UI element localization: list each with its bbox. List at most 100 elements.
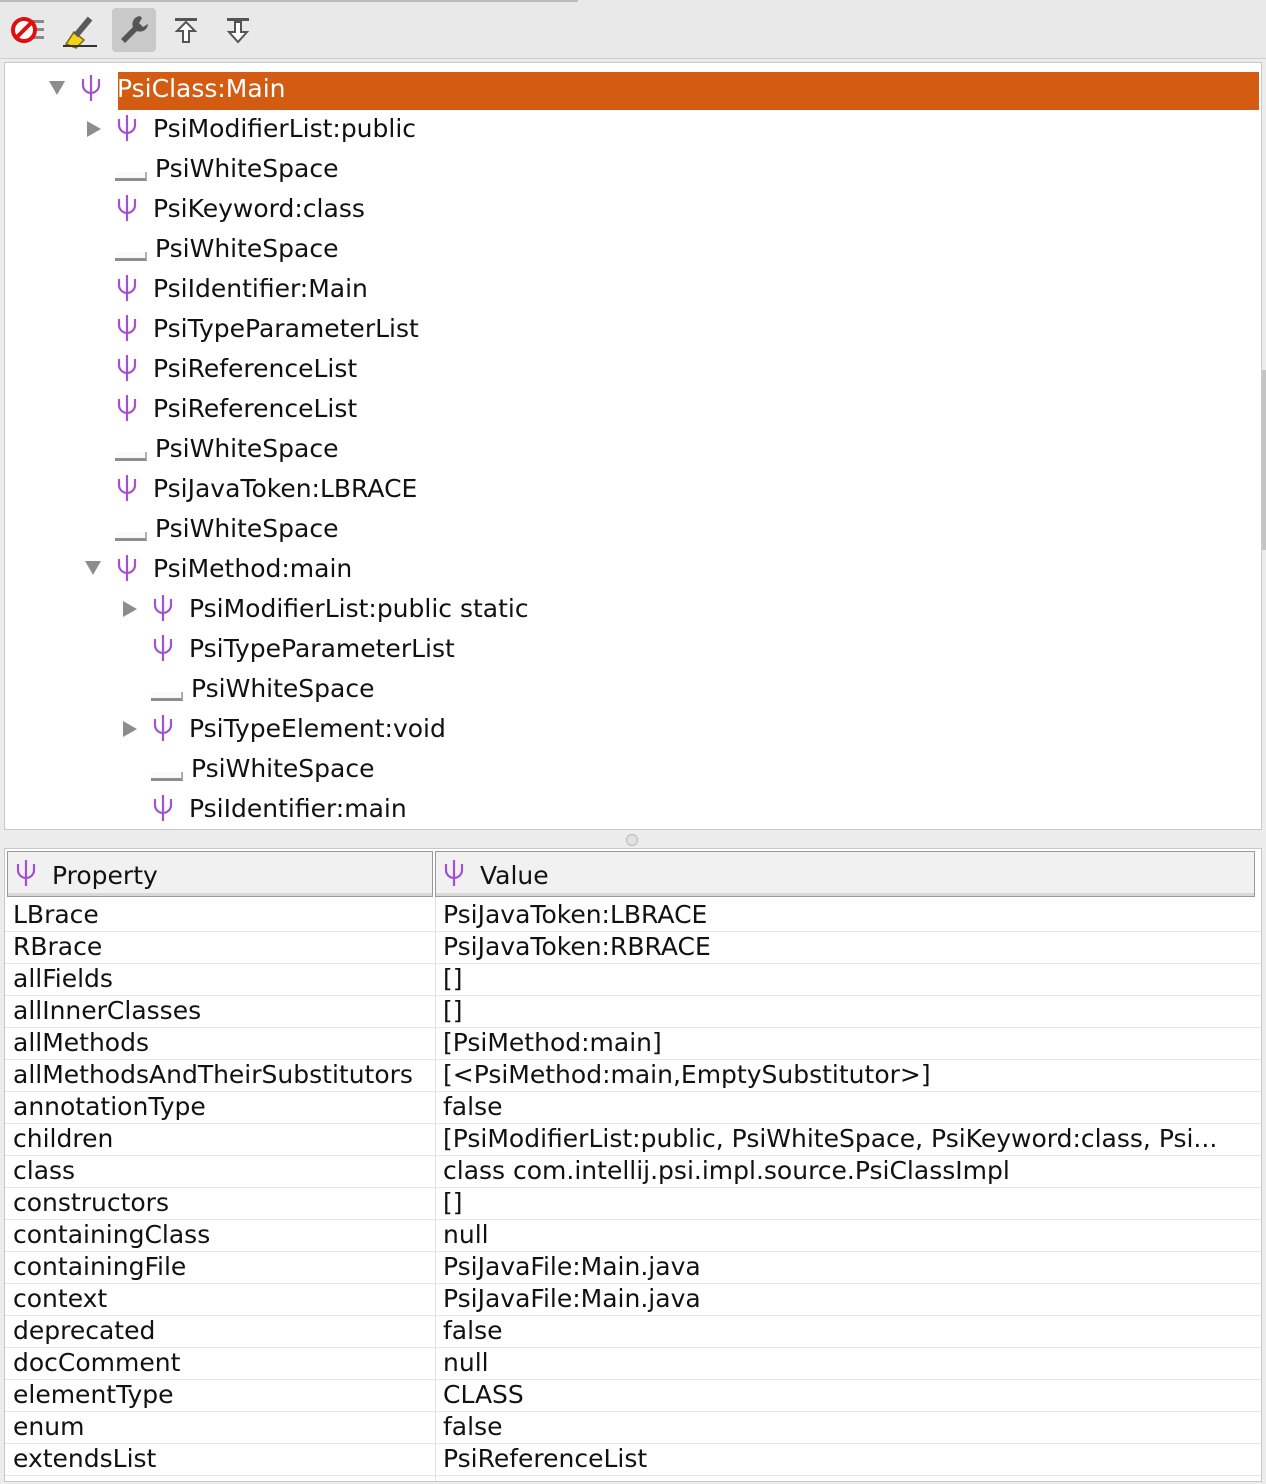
whitespace-icon: [151, 692, 183, 701]
tree-node[interactable]: PsiWhiteSpace: [5, 149, 1261, 189]
highlight-button[interactable]: [58, 8, 102, 52]
table-row[interactable]: annotationType false: [5, 1091, 1261, 1124]
tree-node[interactable]: PsiReferenceList: [5, 349, 1261, 389]
tree-node[interactable]: PsiTypeParameterList: [5, 309, 1261, 349]
tree-node-label: PsiReferenceList: [153, 394, 358, 423]
tree-node-label: PsiTypeParameterList: [189, 634, 455, 663]
move-down-button[interactable]: [216, 8, 260, 52]
psi-icon: [117, 115, 137, 141]
whitespace-icon: [115, 452, 147, 461]
whitespace-icon: [115, 252, 147, 261]
tree-node[interactable]: PsiIdentifier:main: [5, 789, 1261, 829]
panel-splitter[interactable]: [0, 830, 1266, 848]
property-cell: LBrace: [13, 900, 99, 929]
tree-node[interactable]: PsiIdentifier:Main: [5, 269, 1261, 309]
tree-node[interactable]: PsiReferenceList: [5, 389, 1261, 429]
collapsed-arrow-icon[interactable]: [123, 601, 137, 617]
property-column-header[interactable]: Property: [7, 851, 433, 897]
table-row[interactable]: elementType CLASS: [5, 1379, 1261, 1412]
value-cell: false: [443, 1092, 503, 1121]
value-cell: null: [443, 1348, 489, 1377]
tree-node[interactable]: PsiWhiteSpace: [5, 749, 1261, 789]
psi-icon: [444, 860, 464, 886]
value-column-header[interactable]: Value: [435, 851, 1255, 897]
value-cell: [PsiMethod:main]: [443, 1028, 662, 1057]
tree-node-label: PsiWhiteSpace: [155, 234, 339, 263]
tree-node[interactable]: PsiTypeParameterList: [5, 629, 1261, 669]
toolbar-top-edge: [0, 0, 578, 2]
value-cell: CLASS: [443, 1380, 524, 1409]
tree-node[interactable]: PsiTypeElement:void: [5, 709, 1261, 749]
value-cell: false: [443, 1412, 503, 1441]
psi-icon: [81, 75, 101, 101]
psi-tree[interactable]: PsiClass:Main PsiModifierList:public PsiWh…: [4, 62, 1262, 830]
tree-node-label: PsiJavaToken:LBRACE: [153, 474, 418, 503]
collapsed-arrow-icon[interactable]: [87, 121, 101, 137]
table-row[interactable]: extendsList PsiReferenceList: [5, 1443, 1261, 1476]
property-cell: allMethodsAndTheirSubstitutors: [13, 1060, 413, 1089]
property-cell: containingFile: [13, 1252, 187, 1281]
value-cell: [<PsiMethod:main,EmptySubstitutor>]: [443, 1060, 931, 1089]
toolbar: [0, 0, 1266, 59]
value-cell: PsiJavaFile:Main.java: [443, 1252, 701, 1281]
tree-node[interactable]: PsiWhiteSpace: [5, 509, 1261, 549]
tree-node-label: PsiClass:Main: [117, 74, 286, 103]
splitter-handle[interactable]: [626, 834, 638, 846]
tree-node-label: PsiWhiteSpace: [155, 154, 339, 183]
tree-node-label: PsiIdentifier:main: [189, 794, 407, 823]
wrench-icon: [121, 16, 148, 43]
brush-icon: [63, 16, 97, 49]
tree-node[interactable]: PsiModifierList:public static: [5, 589, 1261, 629]
property-cell: enum: [13, 1412, 85, 1441]
cancel-button[interactable]: [4, 8, 48, 52]
tree-node-label: PsiWhiteSpace: [191, 754, 375, 783]
tree-node[interactable]: PsiWhiteSpace: [5, 669, 1261, 709]
tree-node[interactable]: PsiModifierList:public: [5, 109, 1261, 149]
psi-icon: [153, 795, 173, 821]
arrow-up-icon: [174, 18, 198, 43]
value-cell: PsiReferenceList: [443, 1444, 648, 1473]
expanded-arrow-icon[interactable]: [85, 561, 101, 575]
tree-node[interactable]: PsiMethod:main: [5, 549, 1261, 589]
table-row[interactable]: context PsiJavaFile:Main.java: [5, 1283, 1261, 1316]
property-cell: extendsList: [13, 1444, 157, 1473]
psi-icon: [16, 860, 36, 886]
psi-icon: [117, 475, 137, 501]
table-row[interactable]: children [PsiModifierList:public, PsiWhit…: [5, 1123, 1261, 1156]
selection-highlight: [118, 72, 1259, 110]
table-row[interactable]: LBrace PsiJavaToken:LBRACE: [5, 899, 1261, 932]
collapsed-arrow-icon[interactable]: [123, 721, 137, 737]
expanded-arrow-icon[interactable]: [49, 81, 65, 95]
table-row[interactable]: docComment null: [5, 1347, 1261, 1380]
table-row[interactable]: deprecated false: [5, 1315, 1261, 1348]
tree-node[interactable]: PsiJavaToken:LBRACE: [5, 469, 1261, 509]
table-row[interactable]: enum false: [5, 1411, 1261, 1444]
property-cell: RBrace: [13, 932, 103, 961]
tree-node[interactable]: PsiWhiteSpace: [5, 429, 1261, 469]
table-row[interactable]: RBrace PsiJavaToken:RBRACE: [5, 931, 1261, 964]
property-cell: allFields: [13, 964, 113, 993]
value-cell: PsiJavaToken:RBRACE: [443, 932, 711, 961]
move-up-button[interactable]: [164, 8, 208, 52]
value-cell: class com.intellij.psi.impl.source.PsiCl…: [443, 1156, 1010, 1185]
table-row[interactable]: containingClass null: [5, 1219, 1261, 1252]
settings-button[interactable]: [112, 8, 156, 52]
tree-scrollbar[interactable]: [1262, 370, 1266, 550]
property-cell: children: [13, 1124, 114, 1153]
table-row[interactable]: allInnerClasses []: [5, 995, 1261, 1028]
tree-node-label: PsiTypeParameterList: [153, 314, 419, 343]
table-row[interactable]: allFields []: [5, 963, 1261, 996]
value-cell: []: [443, 964, 463, 993]
value-cell: []: [443, 1188, 463, 1217]
table-row[interactable]: allMethods [PsiMethod:main]: [5, 1027, 1261, 1060]
tree-node-label: PsiWhiteSpace: [155, 514, 339, 543]
tree-node[interactable]: PsiWhiteSpace: [5, 229, 1261, 269]
tree-node[interactable]: PsiKeyword:class: [5, 189, 1261, 229]
table-row[interactable]: class class com.intellij.psi.impl.source.…: [5, 1155, 1261, 1188]
psi-icon: [153, 595, 173, 621]
table-row[interactable]: constructors []: [5, 1187, 1261, 1220]
tree-node[interactable]: PsiClass:Main: [5, 69, 1261, 110]
table-row[interactable]: allMethodsAndTheirSubstitutors [<PsiMetho…: [5, 1059, 1261, 1092]
properties-table: Property Value LBrace PsiJavaToken:LBRACE…: [4, 848, 1262, 1482]
table-row[interactable]: containingFile PsiJavaFile:Main.java: [5, 1251, 1261, 1284]
